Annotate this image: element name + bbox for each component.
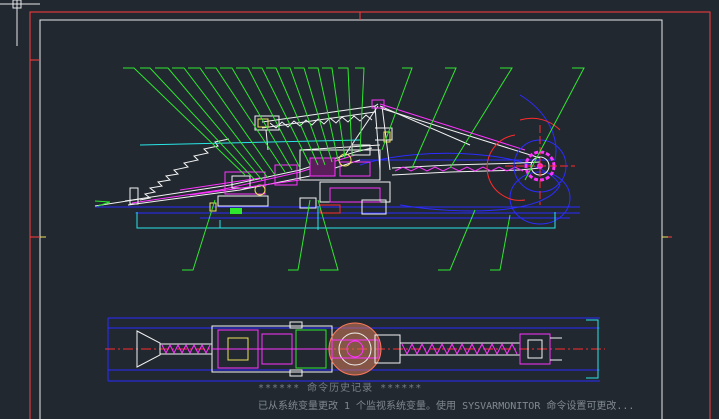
command-prompt-text: 已从系统变量更改 1 个监视系统变量。使用 SYSVARMONITOR 命令设置… (258, 401, 635, 412)
cursor-crosshair-icon (0, 0, 40, 46)
plan-view[interactable] (105, 317, 605, 382)
plan-body (211, 321, 333, 377)
command-history-header: ****** 命令历史记录 ****** (258, 383, 423, 394)
plan-slewing-ring (328, 322, 382, 376)
side-elevation[interactable] (94, 67, 585, 271)
bucket-wheel (486, 117, 575, 205)
turntable-machinery (179, 144, 391, 215)
cad-drawing[interactable] (0, 0, 719, 419)
cad-viewport[interactable]: ****** 命令历史记录 ****** 已从系统变量更改 1 个监视系统变量。… (0, 0, 719, 419)
command-line-area[interactable]: ****** 命令历史记录 ****** 已从系统变量更改 1 个监视系统变量。… (0, 377, 719, 419)
callout-leaders (123, 67, 585, 271)
